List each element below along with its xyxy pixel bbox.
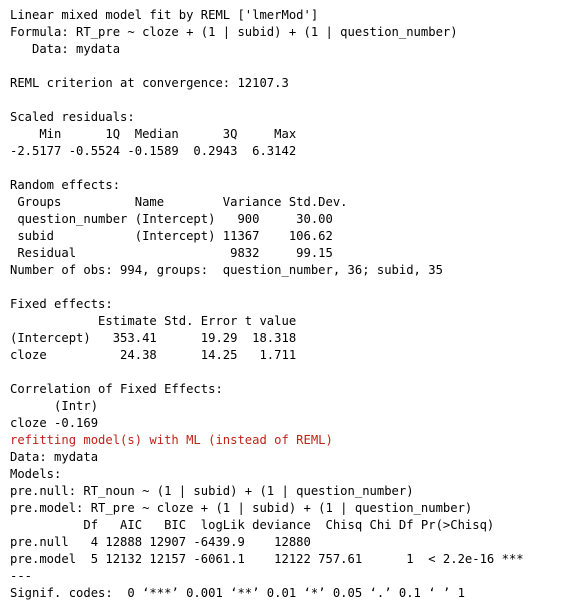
console-line: Signif. codes: 0 ‘***’ 0.001 ‘**’ 0.01 ‘… <box>10 586 465 600</box>
console-line: Groups Name Variance Std.Dev. <box>10 195 348 209</box>
console-line: Estimate Std. Error t value <box>10 314 297 328</box>
console-line: Df AIC BIC logLik deviance Chisq Chi Df … <box>10 518 495 532</box>
console-line: Data: mydata <box>10 42 121 56</box>
console-line: cloze -0.169 <box>10 416 99 430</box>
console-line: Random effects: <box>10 178 121 192</box>
console-line: cloze 24.38 14.25 1.711 <box>10 348 297 362</box>
console-line: pre.model 5 12132 12157 -6061.1 12122 75… <box>10 552 524 566</box>
console-line: subid (Intercept) 11367 106.62 <box>10 229 333 243</box>
console-line: Fixed effects: <box>10 297 113 311</box>
console-line: question_number (Intercept) 900 30.00 <box>10 212 333 226</box>
console-message-line: refitting model(s) with ML (instead of R… <box>10 433 333 447</box>
console-line: --- <box>10 569 33 583</box>
console-line: Models: <box>10 467 62 481</box>
console-line: (Intercept) 353.41 19.29 18.318 <box>10 331 297 345</box>
console-line: Number of obs: 994, groups: question_num… <box>10 263 443 277</box>
console-line: pre.null: RT_noun ~ (1 | subid) + (1 | q… <box>10 484 414 498</box>
console-line: REML criterion at convergence: 12107.3 <box>10 76 289 90</box>
console-line: Min 1Q Median 3Q Max <box>10 127 297 141</box>
console-line: -2.5177 -0.5524 -0.1589 0.2943 6.3142 <box>10 144 297 158</box>
r-console-output: Linear mixed model fit by REML ['lmerMod… <box>0 0 588 612</box>
console-line: Correlation of Fixed Effects: <box>10 382 223 396</box>
console-line: Residual 9832 99.15 <box>10 246 333 260</box>
console-line: Linear mixed model fit by REML ['lmerMod… <box>10 8 319 22</box>
console-line: Data: mydata <box>10 450 99 464</box>
console-line: Scaled residuals: <box>10 110 135 124</box>
console-line: (Intr) <box>10 399 99 413</box>
console-line: pre.model: RT_pre ~ cloze + (1 | subid) … <box>10 501 473 515</box>
console-line: pre.null 4 12888 12907 -6439.9 12880 <box>10 535 311 549</box>
console-line: Formula: RT_pre ~ cloze + (1 | subid) + … <box>10 25 458 39</box>
